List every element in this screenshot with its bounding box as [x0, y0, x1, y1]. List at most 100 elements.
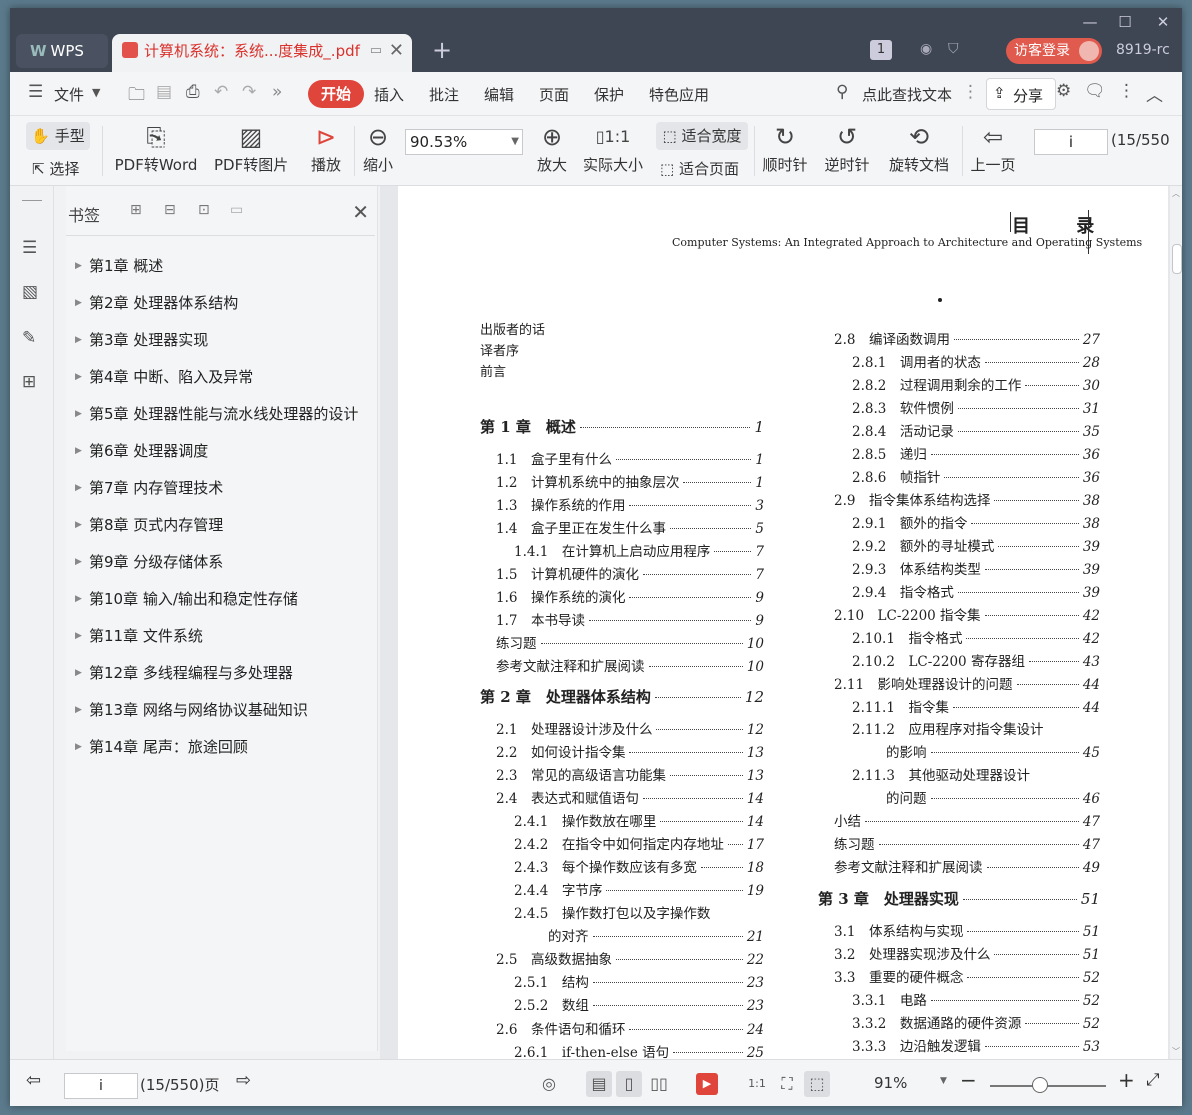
toc-entry[interactable]: 1.7 本书导读 9	[496, 609, 764, 629]
bookmark-item[interactable]: ▶ 第7章 内存管理技术	[66, 473, 376, 503]
expand-all-icon[interactable]: ⊞	[130, 202, 142, 218]
search-text-button[interactable]: 点此查找文本	[862, 84, 952, 105]
toc-entry[interactable]: 练习题 10	[496, 632, 764, 652]
bookmark-item[interactable]: ▶ 第14章 尾声：旅途回顾	[66, 732, 376, 762]
status-page-input[interactable]: i	[64, 1073, 138, 1099]
previous-page-button[interactable]: ⇦ 上一页	[970, 120, 1016, 175]
toc-entry[interactable]: 2.5.1 结构 23	[514, 971, 764, 991]
toc-entry[interactable]: 的影响 45	[886, 741, 1100, 761]
toc-entry[interactable]: 2.4.2 在指令中如何指定内存地址 17	[514, 833, 764, 853]
tab-wps-home[interactable]: W WPS	[16, 34, 108, 68]
add-bookmark-icon[interactable]: ⊡	[198, 202, 210, 218]
toc-entry[interactable]: 2.11.2 应用程序对指令集设计	[852, 718, 1100, 738]
more-vertical-icon[interactable]: ⋮	[1118, 81, 1135, 101]
menu-tab-annotate[interactable]: 批注	[429, 84, 459, 105]
zoom-select[interactable]: 90.53% ▼	[405, 129, 523, 155]
toc-entry[interactable]: 1.5 计算机硬件的演化 7	[496, 563, 764, 583]
bookmark-item[interactable]: ▶ 第8章 页式内存管理	[66, 510, 376, 540]
toc-entry[interactable]: 2.11.1 指令集 44	[852, 696, 1100, 716]
collapse-ribbon-icon[interactable]: ︿	[1146, 81, 1163, 106]
arrow-left-icon[interactable]: ⇦	[26, 1070, 41, 1091]
toc-entry[interactable]: 1.3 操作系统的作用 3	[496, 494, 764, 514]
page-number-input[interactable]: i	[1034, 129, 1108, 155]
toc-entry[interactable]: 3.3 重要的硬件概念 52	[834, 966, 1100, 986]
continuous-view-icon[interactable]: ▤	[586, 1071, 612, 1097]
bookmark-item[interactable]: ▶ 第2章 处理器体系结构	[66, 288, 376, 318]
toc-entry[interactable]: 2.4.3 每个操作数应该有多宽 18	[514, 856, 764, 876]
maximize-button[interactable]: ☐	[1111, 10, 1139, 34]
chevron-right-icon[interactable]: ▶	[75, 547, 82, 577]
chevron-right-icon[interactable]: ▶	[75, 658, 82, 688]
zoom-slider-handle[interactable]	[1032, 1077, 1048, 1093]
chevron-right-icon[interactable]: ▶	[75, 473, 82, 503]
toc-entry[interactable]: 小结 47	[834, 810, 1100, 830]
toc-entry[interactable]: 2.4 表达式和赋值语句 14	[496, 787, 764, 807]
chevron-right-icon[interactable]: ▶	[75, 695, 82, 725]
toc-entry[interactable]: 2.3 常见的高级语言功能集 13	[496, 764, 764, 784]
collapse-all-icon[interactable]: ⊟	[164, 202, 176, 218]
bookmark-item[interactable]: ▶ 第1章 概述	[66, 251, 376, 281]
bookmark-panel-icon[interactable]: ⊞	[22, 372, 42, 392]
document-viewport[interactable]: 目 录 Computer Systems: An Integrated Appr…	[380, 186, 1170, 1059]
toc-entry[interactable]: 2.4.4 字节序 19	[514, 879, 764, 899]
toc-entry[interactable]: 1.2 计算机系统中的抽象层次 1	[496, 471, 764, 491]
chevron-right-icon[interactable]: ▶	[75, 251, 82, 281]
chevron-right-icon[interactable]: ▶	[75, 399, 82, 429]
single-page-icon[interactable]: ▯	[616, 1071, 642, 1097]
toc-entry[interactable]: 2.9.1 额外的指令 38	[852, 512, 1100, 532]
toc-chapter[interactable]: 第 1 章 概述 1	[480, 416, 764, 437]
toc-entry[interactable]: 2.5 高级数据抽象 22	[496, 948, 764, 968]
hand-tool-button[interactable]: ✋ 手型	[26, 122, 90, 150]
toc-entry[interactable]: 1.4 盒子里正在发生什么事 5	[496, 517, 764, 537]
more-vertical-icon[interactable]: ⋮	[962, 82, 979, 102]
toc-entry[interactable]: 3.2 处理器实现涉及什么 51	[834, 943, 1100, 963]
toc-entry[interactable]: 3.1 体系结构与实现 51	[834, 920, 1100, 940]
toc-entry[interactable]: 2.5.2 数组 23	[514, 994, 764, 1014]
undo-icon[interactable]: ↶	[214, 82, 228, 102]
fit-width-button[interactable]: ⬚ 适合宽度	[656, 122, 748, 150]
chevron-right-icon[interactable]: ▶	[75, 621, 82, 651]
zoom-in-icon[interactable]: +	[1118, 1068, 1135, 1092]
scrollbar-thumb[interactable]	[1172, 244, 1182, 274]
bookmark-item[interactable]: ▶ 第3章 处理器实现	[66, 325, 376, 355]
toc-entry[interactable]: 2.10.2 LC-2200 寄存器组 43	[852, 650, 1100, 670]
chevron-down-icon[interactable]: ▼	[92, 86, 100, 99]
toc-entry[interactable]: 2.8.3 软件惯例 31	[852, 397, 1100, 417]
toc-entry[interactable]: 参考文献注释和扩展阅读 10	[496, 655, 764, 675]
search-icon[interactable]: ⚲	[836, 82, 848, 102]
toc-entry[interactable]: 2.1 处理器设计涉及什么 12	[496, 718, 764, 738]
toc-entry[interactable]: 2.9.3 体系结构类型 39	[852, 558, 1100, 578]
redo-icon[interactable]: ↷	[242, 82, 256, 102]
bookmark-item[interactable]: ▶ 第4章 中断、陷入及异常	[66, 362, 376, 392]
tab-document[interactable]: 计算机系统：系统...度集成_.pdf ▭ ✕	[112, 34, 412, 72]
menu-tab-protect[interactable]: 保护	[594, 84, 624, 105]
play-button[interactable]: ⊳ 播放	[308, 120, 344, 175]
toc-entry[interactable]: 的对齐 21	[548, 925, 764, 945]
arrow-right-icon[interactable]: ⇨	[236, 1070, 251, 1091]
toc-entry[interactable]: 参考文献注释和扩展阅读 49	[834, 856, 1100, 876]
thumbnail-icon[interactable]: ▧	[22, 282, 42, 302]
pdf-to-word-button[interactable]: ⎘ PDF转Word	[114, 120, 198, 175]
monitor-icon[interactable]: ▭	[370, 34, 382, 68]
comment-icon[interactable]: 🗨	[1084, 81, 1106, 101]
actual-size-icon[interactable]: 1:1	[744, 1071, 770, 1097]
annotation-icon[interactable]: ✎	[22, 328, 42, 348]
outline-icon[interactable]: ☰	[22, 238, 42, 258]
zoom-out-button[interactable]: ⊖ 缩小	[360, 120, 396, 175]
rotate-document-button[interactable]: ⟲ 旋转文档	[888, 120, 950, 175]
pdf-to-image-button[interactable]: ▨ PDF转图片	[214, 120, 288, 175]
zoom-out-icon[interactable]: −	[960, 1068, 977, 1092]
delete-bookmark-icon[interactable]: ▭	[230, 202, 243, 218]
guest-login-button[interactable]: 访客登录	[1006, 38, 1102, 64]
toc-entry[interactable]: 2.10.1 指令格式 42	[852, 627, 1100, 647]
bookmark-item[interactable]: ▶ 第12章 多线程编程与多处理器	[66, 658, 376, 688]
toc-entry[interactable]: 2.8 编译函数调用 27	[834, 328, 1100, 348]
settings-gear-icon[interactable]: ⚙	[1056, 81, 1071, 101]
rotate-counterclockwise-button[interactable]: ↺ 逆时针	[824, 120, 870, 175]
toc-entry[interactable]: 2.9 指令集体系结构选择 38	[834, 489, 1100, 509]
eye-protection-icon[interactable]: ◎	[536, 1071, 562, 1097]
bookmark-item[interactable]: ▶ 第6章 处理器调度	[66, 436, 376, 466]
menu-tab-features[interactable]: 特色应用	[649, 84, 709, 105]
toc-entry[interactable]: 2.2 如何设计指令集 13	[496, 741, 764, 761]
save-icon[interactable]: ▤	[156, 82, 172, 102]
